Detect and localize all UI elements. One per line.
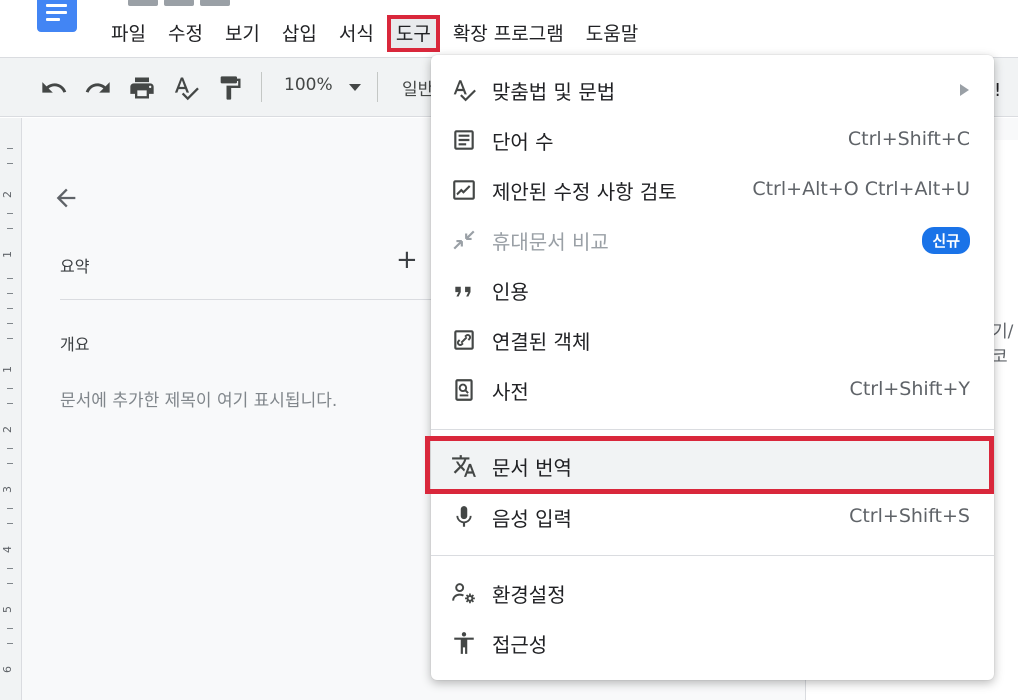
divider [60, 299, 432, 300]
menu-item-word-count[interactable]: 단어 수 Ctrl+Shift+C [431, 115, 994, 163]
menu-item-label: 사전 [492, 380, 529, 404]
menu-item-review-edits[interactable]: 제안된 수정 사항 검토 Ctrl+Alt+O Ctrl+Alt+U [431, 165, 994, 213]
ruler-number: 3 [1, 486, 14, 493]
menu-item-label: 휴대문서 비교 [492, 230, 609, 254]
menu-view[interactable]: 보기 [214, 17, 271, 50]
summary-heading: 요약 [60, 257, 90, 276]
docs-logo-icon[interactable] [37, 0, 77, 32]
outline-heading: 개요 [60, 335, 90, 354]
linked-objects-icon [454, 330, 474, 350]
menu-item-linked-objects[interactable]: 연결된 객체 [431, 315, 994, 363]
menu-item-accessibility[interactable]: 접근성 [431, 618, 994, 666]
zoom-select[interactable]: 100% [284, 75, 333, 95]
top-bar: 파일 수정 보기 삽입 서식 도구 확장 프로그램 도움말 [0, 0, 1018, 57]
shortcut-text: Ctrl+Alt+O Ctrl+Alt+U [752, 178, 970, 200]
menu-item-dictionary[interactable]: 사전 Ctrl+Shift+Y [431, 365, 994, 413]
review-edits-icon [453, 180, 475, 200]
toolbar-divider [261, 72, 262, 102]
menu-item-label: 환경설정 [492, 583, 566, 607]
spellcheck-icon[interactable] [172, 74, 200, 102]
ruler-number: 5 [1, 606, 14, 613]
ruler-number: 4 [1, 546, 14, 553]
menu-help[interactable]: 도움말 [575, 17, 649, 50]
ruler-number: 2 [1, 191, 14, 198]
dictionary-icon [455, 379, 473, 401]
new-badge: 신규 [922, 227, 970, 254]
paint-format-icon[interactable] [216, 74, 244, 102]
menu-extensions[interactable]: 확장 프로그램 [442, 17, 575, 50]
menu-edit[interactable]: 수정 [157, 17, 214, 50]
menu-insert[interactable]: 삽입 [271, 17, 328, 50]
toolbar-overflow-fragment: ! [994, 80, 1002, 101]
spellcheck-icon [453, 80, 476, 102]
menu-format[interactable]: 서식 [328, 17, 385, 50]
paragraph-style-select[interactable]: 일반 [402, 75, 433, 100]
menu-item-label: 문서 번역 [492, 456, 572, 480]
menu-item-compare-documents[interactable]: 휴대문서 비교 신규 [431, 215, 994, 263]
docs-window: 파일 수정 보기 삽입 서식 도구 확장 프로그램 도움말 100% 일반 2 … [0, 0, 1018, 700]
menu-item-label: 제안된 수정 사항 검토 [492, 180, 677, 204]
chevron-down-icon[interactable] [349, 84, 361, 91]
menu-item-preferences[interactable]: 환경설정 [431, 568, 994, 616]
menu-tools[interactable]: 도구 [386, 15, 440, 52]
menu-item-citations[interactable]: 인용 [431, 265, 994, 313]
page-text-fragment: 기/코 [992, 322, 1014, 367]
menu-item-translate-document[interactable]: 문서 번역 [431, 441, 994, 489]
shortcut-text: Ctrl+Shift+Y [849, 378, 970, 400]
vertical-ruler: 2 1 1 2 3 4 5 6 [0, 118, 22, 700]
menu-bar: 파일 수정 보기 삽입 서식 도구 확장 프로그램 도움말 [100, 15, 649, 52]
ruler-number: 6 [1, 666, 14, 673]
menu-item-voice-typing[interactable]: 음성 입력 Ctrl+Shift+S [431, 492, 994, 540]
redo-icon[interactable] [84, 74, 112, 102]
outline-panel [23, 140, 431, 700]
accessibility-icon [454, 632, 474, 654]
word-count-icon [454, 130, 474, 150]
translate-icon [452, 455, 476, 477]
menu-item-label: 맞춤법 및 문법 [492, 80, 616, 104]
menu-divider [431, 429, 994, 430]
toolbar-divider [377, 72, 378, 102]
document-title-partial[interactable] [128, 0, 288, 6]
shortcut-text: Ctrl+Shift+S [849, 505, 970, 527]
menu-item-spelling-grammar[interactable]: 맞춤법 및 문법 [431, 65, 994, 113]
compare-icon [453, 230, 475, 250]
preferences-icon [452, 583, 475, 604]
microphone-icon [456, 506, 472, 527]
outline-empty-hint: 문서에 추가한 제목이 여기 표시됩니다. [60, 391, 338, 411]
add-summary-button[interactable]: + [396, 247, 418, 273]
back-arrow-icon[interactable] [52, 184, 80, 212]
ruler-number: 2 [1, 426, 14, 433]
menu-item-label: 연결된 객체 [492, 330, 591, 354]
menu-item-label: 인용 [492, 280, 529, 304]
quote-icon [455, 286, 471, 297]
menu-item-label: 단어 수 [492, 130, 554, 154]
menu-file[interactable]: 파일 [100, 17, 157, 50]
undo-icon[interactable] [40, 74, 68, 102]
tools-menu: 맞춤법 및 문법 단어 수 Ctrl+Shift+C 제안된 수정 사항 검토 … [431, 55, 994, 680]
ruler-number: 1 [1, 366, 14, 373]
print-icon[interactable] [128, 74, 156, 102]
submenu-arrow-icon [960, 84, 969, 96]
ruler-number: 1 [1, 251, 14, 258]
menu-divider [431, 555, 994, 556]
menu-item-label: 음성 입력 [492, 507, 572, 531]
menu-item-label: 접근성 [492, 633, 548, 657]
shortcut-text: Ctrl+Shift+C [847, 128, 970, 150]
